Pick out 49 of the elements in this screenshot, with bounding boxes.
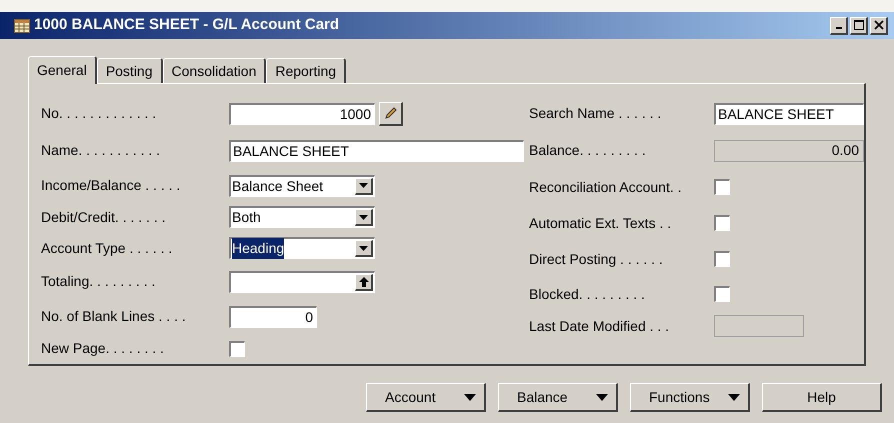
tab[interactable]: Reporting xyxy=(266,58,346,83)
pencil-icon[interactable] xyxy=(379,102,403,126)
dropdown-field[interactable]: Heading xyxy=(229,237,375,259)
checkbox[interactable] xyxy=(714,286,730,302)
tab[interactable]: General xyxy=(28,56,97,84)
field-label: Income/Balance . . . . . xyxy=(41,176,182,195)
field-label: Reconciliation Account. . xyxy=(529,178,683,196)
down-arrow-icon xyxy=(596,394,608,400)
field-label: New Page. . . . . . . . xyxy=(41,339,165,358)
field-label: Last Date Modified . . . xyxy=(529,316,670,336)
field-label: Search Name . . . . . . xyxy=(529,104,662,123)
field-label: Direct Posting . . . . . . xyxy=(529,250,664,269)
maximize-icon xyxy=(854,20,864,30)
dropdown-field[interactable]: Balance Sheet xyxy=(229,174,375,196)
window-title: 1000 BALANCE SHEET - G/L Account Card xyxy=(34,15,340,36)
checkbox[interactable] xyxy=(714,251,730,267)
input-field[interactable]: 0 xyxy=(229,306,317,328)
close-button[interactable] xyxy=(870,16,888,34)
tab[interactable]: Posting xyxy=(96,58,163,83)
dropdown-field[interactable]: Both xyxy=(229,206,375,228)
checkbox[interactable] xyxy=(714,179,730,195)
menu-button[interactable]: Help xyxy=(762,383,882,412)
field-label: No. . . . . . . . . . . . . xyxy=(41,104,158,123)
tab[interactable]: Consolidation xyxy=(162,58,266,83)
checkbox[interactable] xyxy=(714,215,730,231)
menu-button[interactable]: Functions xyxy=(630,383,750,412)
minimize-button[interactable] xyxy=(830,16,848,34)
menu-button[interactable]: Balance xyxy=(498,383,618,412)
maximize-button[interactable] xyxy=(850,16,868,34)
lookup-field[interactable] xyxy=(229,270,375,292)
field-label: Name. . . . . . . . . . . xyxy=(41,141,162,160)
down-arrow-icon xyxy=(728,394,740,400)
field-label: Account Type . . . . . . xyxy=(41,238,174,258)
field-label: Automatic Ext. Texts . . xyxy=(529,214,672,232)
close-icon xyxy=(874,20,884,30)
down-arrow-icon xyxy=(464,394,476,400)
menu-button[interactable]: Account xyxy=(366,383,486,412)
input-field[interactable]: BALANCE SHEET xyxy=(714,102,864,124)
minimize-icon xyxy=(836,27,842,29)
field-label: Balance. . . . . . . . . xyxy=(529,141,647,160)
field-label: Blocked. . . . . . . . . xyxy=(529,284,646,304)
table-icon xyxy=(14,18,30,32)
input-field[interactable]: 1000 xyxy=(229,102,375,124)
input-field[interactable]: BALANCE SHEET xyxy=(229,140,524,162)
field-label: Debit/Credit. . . . . . . xyxy=(41,208,166,226)
field-label: No. of Blank Lines . . . . xyxy=(41,307,187,326)
checkbox[interactable] xyxy=(229,340,245,356)
field-label: Totaling. . . . . . . . . xyxy=(41,272,156,291)
readonly-field: 0.00 xyxy=(714,140,864,162)
